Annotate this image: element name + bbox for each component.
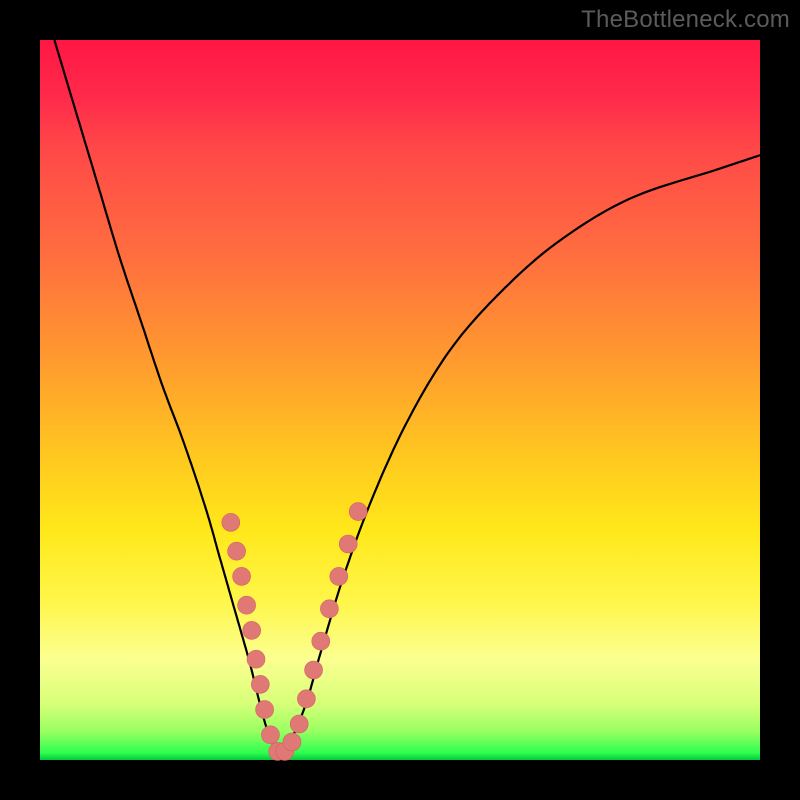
data-marker	[330, 567, 348, 585]
data-marker	[305, 661, 323, 679]
bottleneck-curve	[54, 40, 760, 755]
data-marker	[320, 600, 338, 618]
data-marker	[247, 650, 265, 668]
data-marker	[238, 596, 256, 614]
curve-markers	[222, 503, 367, 761]
data-marker	[339, 535, 357, 553]
data-marker	[243, 621, 261, 639]
data-marker	[283, 733, 301, 751]
data-marker	[228, 542, 246, 560]
data-marker	[312, 632, 330, 650]
data-marker	[251, 675, 269, 693]
data-marker	[290, 715, 308, 733]
data-marker	[297, 690, 315, 708]
chart-frame: TheBottleneck.com	[0, 0, 800, 800]
data-marker	[261, 726, 279, 744]
data-marker	[222, 513, 240, 531]
data-marker	[233, 567, 251, 585]
watermark-text: TheBottleneck.com	[581, 6, 790, 34]
chart-svg	[40, 40, 760, 760]
data-marker	[349, 503, 367, 521]
plot-area	[40, 40, 760, 760]
data-marker	[256, 701, 274, 719]
